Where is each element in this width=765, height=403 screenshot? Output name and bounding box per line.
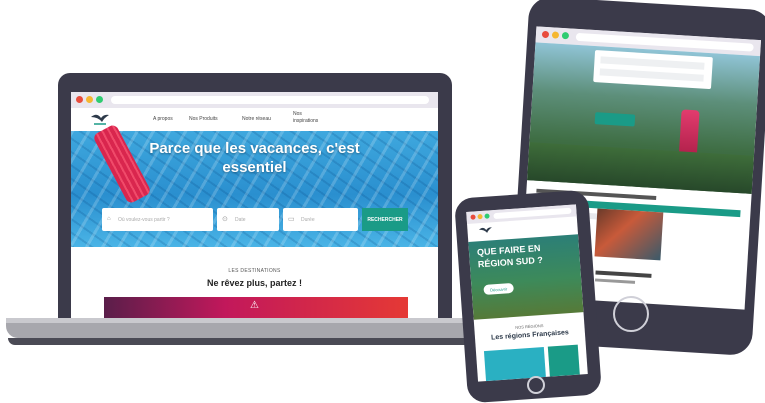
nav-item-products[interactable]: Nos Produits [189, 116, 218, 122]
nav-item-inspirations[interactable]: Nos [293, 111, 302, 117]
laptop-screen: A propos Nos Produits Notre réseau Nos i… [71, 92, 438, 318]
url-bar[interactable] [111, 96, 429, 104]
destination-placeholder: Où voulez-vous partir ? [118, 217, 170, 223]
date-placeholder: Date [235, 217, 246, 223]
browser-chrome [71, 92, 438, 108]
laptop-base-shadow [8, 338, 513, 345]
calendar-icon: ▭ [288, 216, 295, 223]
warning-icon: ⚠ [250, 300, 259, 311]
minimize-dot-icon [477, 213, 483, 220]
tablet-hiker [678, 109, 700, 157]
close-dot-icon [76, 96, 83, 103]
maximize-dot-icon [484, 213, 490, 219]
nav-item-inspirations-2[interactable]: inspirations [293, 118, 318, 124]
nav-item-about[interactable]: A propos [153, 116, 173, 122]
location-pin-icon: ⊙ [222, 216, 228, 223]
section-heading: Ne rêvez plus, partez ! [206, 278, 303, 288]
phone-hero-image: QUE FAIRE EN RÉGION SUD ? Découvrir [468, 234, 584, 320]
tablet-home-button[interactable] [613, 296, 649, 332]
bed-icon: ⌂ [107, 216, 111, 222]
duration-placeholder: Durée [301, 217, 315, 223]
minimize-dot-icon [86, 96, 93, 103]
minimize-dot-icon [551, 31, 560, 39]
search-button[interactable]: RECHERCHER [362, 208, 408, 231]
bird-logo-icon[interactable] [477, 224, 494, 237]
hero-title-line2: essentiel [222, 159, 287, 176]
tablet-hills [527, 142, 754, 194]
laptop-base-edge [6, 318, 526, 323]
phone-cta-button[interactable]: Découvrir [483, 282, 514, 296]
phone-url-bar[interactable] [493, 207, 572, 220]
maximize-dot-icon [561, 31, 570, 40]
duration-input[interactable]: ▭ Durée [283, 208, 358, 231]
tablet-search-field-2[interactable] [599, 68, 704, 82]
tablet-search-field[interactable] [600, 56, 705, 70]
phone-home-button[interactable] [527, 376, 545, 394]
maximize-dot-icon [96, 96, 103, 103]
close-dot-icon [470, 214, 476, 220]
close-dot-icon [541, 30, 550, 39]
promo-banner[interactable]: ⚠ [104, 297, 408, 318]
phone-region-card-2[interactable] [547, 344, 580, 377]
tablet-card-image[interactable] [594, 208, 664, 261]
bird-logo-icon[interactable] [89, 111, 111, 127]
tablet-cta-button[interactable] [594, 112, 636, 127]
phone-hero-title-line2: RÉGION SUD ? [477, 254, 544, 270]
hero-title-line1: Parce que les vacances, c'est [149, 140, 360, 157]
tablet-search-panel[interactable] [593, 50, 713, 90]
tablet-hero-image [527, 42, 761, 194]
date-input[interactable]: ⊙ Date [217, 208, 279, 231]
tablet-card-subtitle [594, 278, 636, 284]
nav-item-network[interactable]: Notre réseau [242, 116, 271, 122]
site-nav: A propos Nos Produits Notre réseau Nos i… [71, 108, 438, 131]
destination-input[interactable]: ⌂ Où voulez-vous partir ? [102, 208, 213, 231]
section-kicker: LES DESTINATIONS [228, 268, 281, 274]
tablet-card-title [595, 270, 652, 278]
phone-screen: QUE FAIRE EN RÉGION SUD ? Découvrir NOS … [466, 204, 588, 382]
